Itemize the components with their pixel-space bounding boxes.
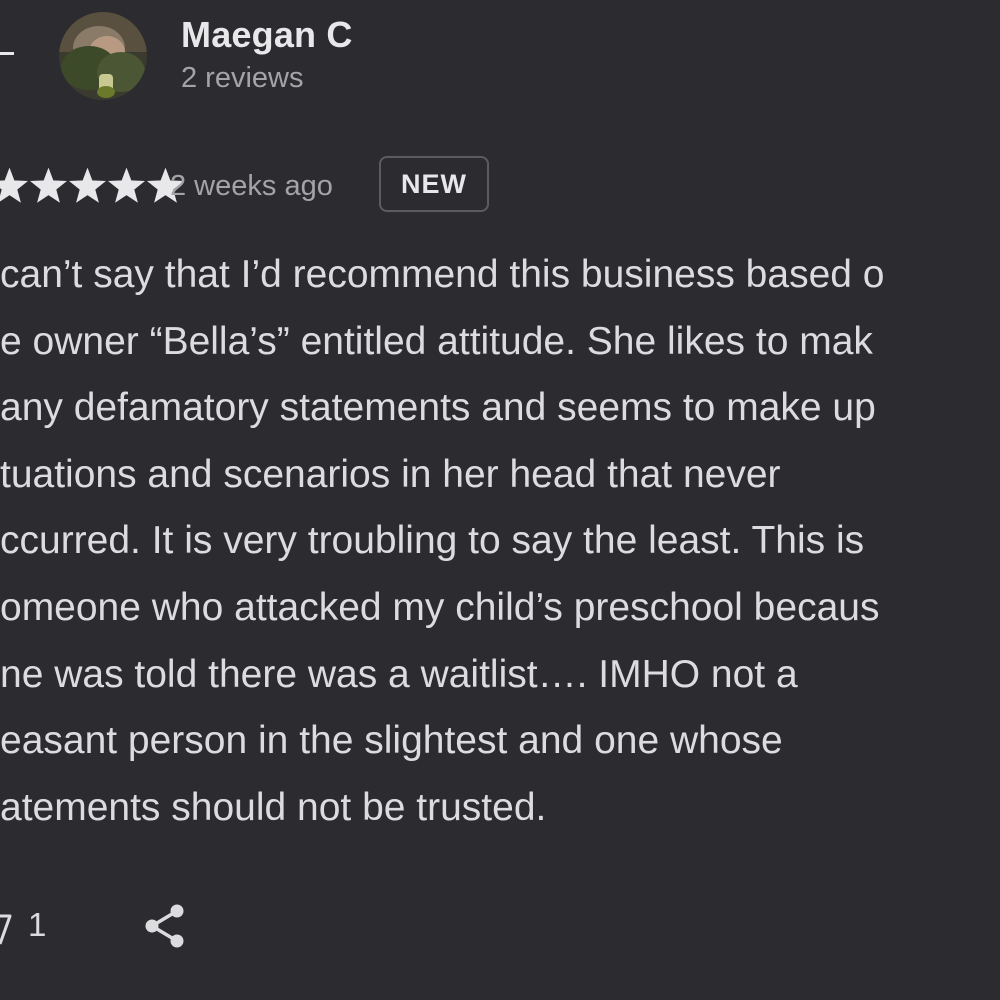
back-arrow-icon[interactable] (0, 52, 14, 55)
review-screen: Maegan C 2 reviews 2 weeks ago NEW can’t… (0, 0, 1000, 1000)
review-text: can’t say that I’d recommend this busine… (0, 244, 1000, 843)
reviewer-review-count: 2 reviews (181, 62, 304, 94)
review-text-line: any defamatory statements and seems to m… (0, 386, 876, 430)
review-date: 2 weeks ago (170, 170, 333, 202)
reviewer-name[interactable]: Maegan C (181, 14, 353, 56)
review-text-line: can’t say that I’d recommend this busine… (0, 253, 885, 296)
avatar[interactable] (59, 12, 147, 100)
review-text-line: e owner “Bella’s” entitled attitude. She… (0, 319, 873, 363)
thumbs-up-icon[interactable] (0, 910, 12, 946)
review-text-line: ne was told there was a waitlist…. IMHO … (0, 652, 798, 696)
like-count: 1 (28, 906, 47, 943)
review-text-line: tuations and scenarios in her head that … (0, 452, 781, 496)
new-badge: NEW (379, 156, 489, 212)
star-icon (29, 166, 68, 206)
review-text-line: ccurred. It is very troubling to say the… (0, 519, 865, 563)
star-icon (0, 166, 29, 206)
review-text-line: easant person in the slightest and one w… (0, 719, 783, 763)
star-icon (107, 166, 146, 206)
review-text-line: atements should not be trusted. (0, 785, 547, 829)
review-text-line: omeone who attacked my child’s preschool… (0, 585, 880, 629)
star-icon (68, 166, 107, 206)
share-icon[interactable] (142, 902, 188, 950)
user-photo (59, 12, 147, 100)
star-rating (0, 166, 185, 206)
